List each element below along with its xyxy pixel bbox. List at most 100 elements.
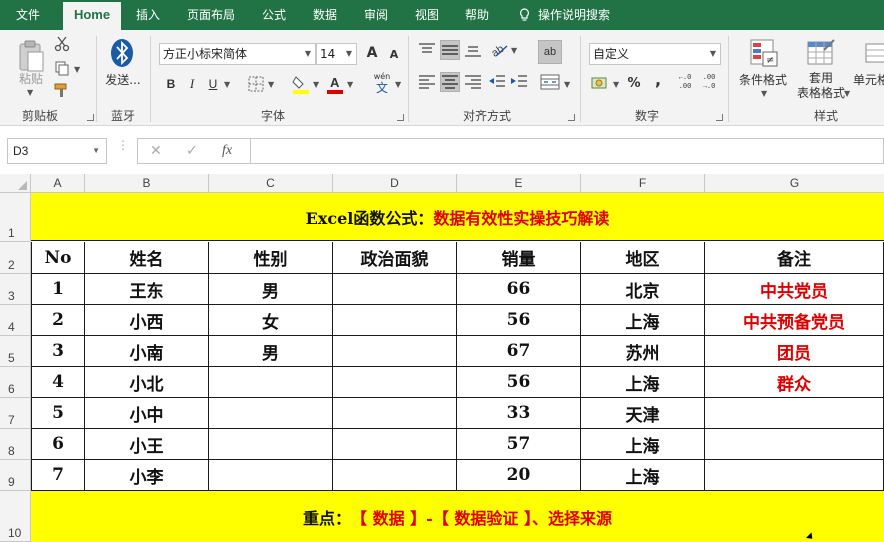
header-cell-f[interactable]: 地区 xyxy=(581,242,705,274)
cell-c9[interactable] xyxy=(209,460,333,491)
row-header-9[interactable]: 9 xyxy=(0,460,31,491)
orientation-dropdown-icon[interactable]: ▼ xyxy=(511,46,517,55)
comma-style-button[interactable]: , xyxy=(648,70,668,90)
splitter-grip-icon[interactable]: ⋮ xyxy=(117,139,129,151)
row-header-8[interactable]: 8 xyxy=(0,429,31,460)
cell-e8[interactable]: 57 xyxy=(457,429,581,460)
cell-a5[interactable]: 3 xyxy=(31,336,85,367)
cell-a4[interactable]: 2 xyxy=(31,305,85,336)
phonetic-dropdown-icon[interactable]: ▼ xyxy=(395,80,401,89)
header-cell-d[interactable]: 政治面貌 xyxy=(333,242,457,274)
cell-e5[interactable]: 67 xyxy=(457,336,581,367)
header-cell-b[interactable]: 姓名 xyxy=(85,242,209,274)
header-cell-a[interactable]: No xyxy=(31,242,85,274)
decrease-decimal-button[interactable]: .00 →.0 xyxy=(698,74,720,94)
header-cell-e[interactable]: 销量 xyxy=(457,242,581,274)
cell-f3[interactable]: 北京 xyxy=(581,274,705,305)
fill-color-dropdown-icon[interactable]: ▼ xyxy=(313,80,319,89)
bold-button[interactable]: B xyxy=(161,74,181,94)
cell-a9[interactable]: 7 xyxy=(31,460,85,491)
cell-e7[interactable]: 33 xyxy=(457,398,581,429)
cell-c6[interactable] xyxy=(209,367,333,398)
insert-function-icon[interactable]: fx xyxy=(222,143,232,159)
tell-me-search[interactable]: 操作说明搜索 xyxy=(538,0,628,30)
cell-d8[interactable] xyxy=(333,429,457,460)
cell-d6[interactable] xyxy=(333,367,457,398)
cell-b4[interactable]: 小西 xyxy=(85,305,209,336)
copy-dropdown-icon[interactable]: ▼ xyxy=(74,65,80,74)
orientation-icon[interactable]: ab xyxy=(490,40,510,58)
column-header-g[interactable]: G xyxy=(705,174,884,193)
font-size-combo[interactable]: 14 ▼ xyxy=(316,43,357,65)
cell-e9[interactable]: 20 xyxy=(457,460,581,491)
cell-d3[interactable] xyxy=(333,274,457,305)
cell-f8[interactable]: 上海 xyxy=(581,429,705,460)
accounting-dropdown-icon[interactable]: ▼ xyxy=(613,80,619,89)
cell-d5[interactable] xyxy=(333,336,457,367)
formula-input[interactable] xyxy=(251,138,884,164)
conditional-formatting-icon[interactable]: ≠ xyxy=(749,38,779,68)
fill-color-icon[interactable] xyxy=(292,74,310,94)
merge-center-icon[interactable] xyxy=(540,74,560,90)
name-box[interactable]: D3 ▼ xyxy=(7,138,107,164)
row-header-3[interactable]: 3 xyxy=(0,274,31,305)
align-middle-button[interactable] xyxy=(440,40,460,60)
number-format-combo[interactable]: 自定义 ▼ xyxy=(589,43,721,65)
tab-home[interactable]: Home xyxy=(63,2,121,30)
cell-b8[interactable]: 小王 xyxy=(85,429,209,460)
row-header-4[interactable]: 4 xyxy=(0,305,31,336)
font-color-dropdown-icon[interactable]: ▼ xyxy=(347,80,353,89)
sheet-footer-banner[interactable]: 重点：【 数据 】-【 数据验证 】、选择来源 xyxy=(31,491,884,542)
cell-b7[interactable]: 小中 xyxy=(85,398,209,429)
conditional-formatting-button[interactable]: 条件格式 xyxy=(734,71,792,88)
paste-dropdown-icon[interactable]: ▼ xyxy=(27,88,33,97)
column-header-a[interactable]: A xyxy=(31,174,85,193)
cell-a8[interactable]: 6 xyxy=(31,429,85,460)
italic-button[interactable]: I xyxy=(182,74,202,94)
column-header-f[interactable]: F xyxy=(581,174,705,193)
increase-indent-icon[interactable] xyxy=(510,74,528,90)
alignment-launcher-icon[interactable] xyxy=(568,114,575,121)
cell-d9[interactable] xyxy=(333,460,457,491)
cell-f7[interactable]: 天津 xyxy=(581,398,705,429)
tab-page-layout[interactable]: 页面布局 xyxy=(180,0,242,30)
tab-formulas[interactable]: 公式 xyxy=(254,0,294,30)
column-header-c[interactable]: C xyxy=(209,174,333,193)
cell-styles-button[interactable]: 单元格 xyxy=(853,71,884,88)
underline-button[interactable]: U xyxy=(203,74,223,94)
cell-g8[interactable] xyxy=(705,429,884,460)
cell-g9[interactable] xyxy=(705,460,884,491)
cell-e6[interactable]: 56 xyxy=(457,367,581,398)
number-launcher-icon[interactable] xyxy=(716,114,723,121)
column-header-b[interactable]: B xyxy=(85,174,209,193)
cell-f4[interactable]: 上海 xyxy=(581,305,705,336)
table-format-dropdown-icon[interactable]: ▼ xyxy=(844,89,850,98)
format-as-table-button[interactable]: 套用 表格格式 xyxy=(795,71,847,101)
font-name-combo[interactable]: 方正小标宋简体 ▼ xyxy=(159,43,316,65)
column-header-e[interactable]: E xyxy=(457,174,581,193)
cell-a3[interactable]: 1 xyxy=(31,274,85,305)
underline-dropdown-icon[interactable]: ▼ xyxy=(224,80,230,89)
cancel-icon[interactable]: ✕ xyxy=(150,143,162,159)
tab-help[interactable]: 帮助 xyxy=(457,0,497,30)
align-left-icon[interactable] xyxy=(418,74,436,90)
cell-a6[interactable]: 4 xyxy=(31,367,85,398)
conditional-dropdown-icon[interactable]: ▼ xyxy=(761,89,767,98)
row-header-7[interactable]: 7 xyxy=(0,398,31,429)
shrink-font-button[interactable]: A xyxy=(384,45,404,65)
format-as-table-icon[interactable] xyxy=(806,38,836,68)
cell-b3[interactable]: 王东 xyxy=(85,274,209,305)
row-header-1[interactable]: 1 xyxy=(0,193,31,242)
column-header-d[interactable]: D xyxy=(333,174,457,193)
cell-e4[interactable]: 56 xyxy=(457,305,581,336)
cell-c5[interactable]: 男 xyxy=(209,336,333,367)
cell-b9[interactable]: 小李 xyxy=(85,460,209,491)
clipboard-launcher-icon[interactable] xyxy=(87,114,94,121)
borders-icon[interactable] xyxy=(248,76,264,92)
align-top-icon[interactable] xyxy=(418,42,436,58)
cell-b6[interactable]: 小北 xyxy=(85,367,209,398)
cell-g3[interactable]: 中共党员 xyxy=(705,274,884,305)
font-launcher-icon[interactable] xyxy=(397,114,404,121)
font-color-icon[interactable]: A xyxy=(326,74,344,94)
phonetic-guide-button[interactable]: wén 文 xyxy=(370,73,394,96)
